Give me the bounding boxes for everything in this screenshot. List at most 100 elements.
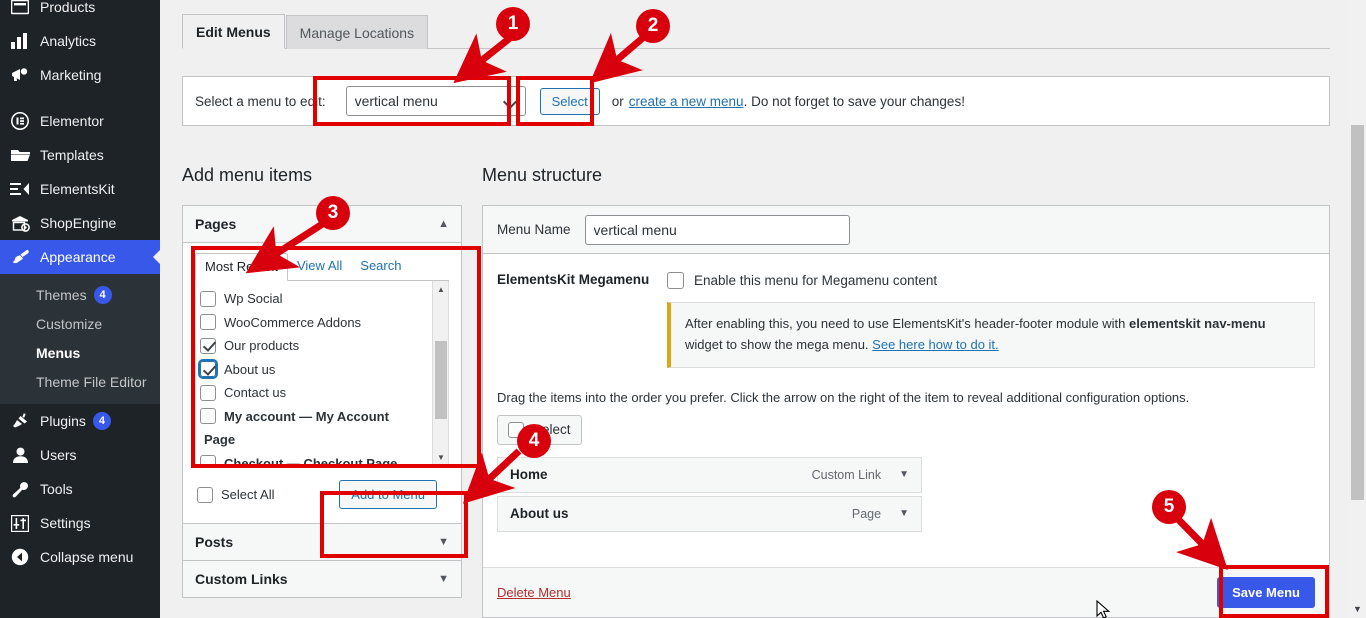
annotation-badge: 1	[496, 7, 530, 41]
sidebar-item-label: Tools	[40, 482, 73, 496]
create-new-menu-link[interactable]: create a new menu	[629, 94, 744, 109]
page-checkbox[interactable]	[200, 338, 216, 354]
pages-tab-most-recent[interactable]: Most Recent	[195, 253, 288, 281]
sidebar-item-users[interactable]: Users	[0, 438, 160, 472]
menu-select-wrapper[interactable]: vertical menu	[336, 86, 526, 116]
select-all-wrapper[interactable]: Select All	[197, 487, 274, 503]
sidebar-item-label: Settings	[40, 516, 91, 530]
plugins-update-count: 4	[93, 412, 111, 430]
megamenu-notice: After enabling this, you need to use Ele…	[667, 302, 1315, 368]
custom-links-accordion-title: Custom Links	[195, 571, 288, 587]
sidebar-item-tools[interactable]: Tools	[0, 472, 160, 506]
add-to-menu-button[interactable]: Add to Menu	[339, 480, 437, 509]
scroll-up-arrow-icon[interactable]: ▲	[433, 281, 449, 297]
notice-how-to-link[interactable]: See here how to do it.	[872, 337, 998, 352]
scroll-down-arrow-icon[interactable]: ▼	[1349, 602, 1366, 616]
sidebar-item-elementor[interactable]: Elementor	[0, 104, 160, 138]
page-checkbox[interactable]	[200, 314, 216, 330]
pages-tab-search[interactable]: Search	[351, 253, 410, 280]
list-item[interactable]: My account — My Account	[200, 405, 448, 429]
menu-select-dropdown[interactable]: vertical menu	[346, 86, 526, 116]
list-item[interactable]: WooCommerce Addons	[200, 311, 448, 335]
expand-caret-down-icon[interactable]: ▼	[438, 536, 449, 548]
megamenu-enable-checkbox[interactable]	[667, 272, 684, 289]
scrollbar-thumb[interactable]	[435, 341, 447, 419]
save-menu-button[interactable]: Save Menu	[1217, 577, 1315, 608]
sidebar-item-settings[interactable]: Settings	[0, 506, 160, 540]
pages-list-scrollbar[interactable]: ▲ ▼	[432, 281, 448, 465]
expand-caret-down-icon[interactable]: ▼	[438, 573, 449, 585]
posts-accordion-header[interactable]: Posts ▼	[183, 524, 461, 560]
scrollbar-thumb[interactable]	[1351, 125, 1364, 500]
table-row[interactable]: Home Custom Link ▼	[497, 457, 922, 493]
select-button[interactable]: Select	[540, 88, 600, 115]
expand-caret-down-icon[interactable]: ▼	[899, 508, 909, 519]
menu-name-label: Menu Name	[497, 222, 571, 237]
collapse-caret-up-icon[interactable]: ▲	[438, 218, 449, 230]
scroll-down-arrow-icon[interactable]: ▼	[433, 449, 449, 465]
menu-name-row: Menu Name	[483, 206, 1329, 254]
sidebar-item-marketing[interactable]: Marketing	[0, 58, 160, 92]
shopengine-icon	[9, 213, 31, 233]
delete-menu-link[interactable]: Delete Menu	[497, 585, 571, 600]
admin-sidebar: WooCommerce Products Analytics Marketing	[0, 0, 160, 618]
add-menu-items-heading: Add menu items	[182, 165, 312, 186]
select-all-checkbox[interactable]	[197, 487, 213, 503]
sidebar-item-theme-file-editor[interactable]: Theme File Editor	[0, 367, 160, 396]
list-item[interactable]: About us	[200, 358, 448, 382]
annotation-badge: 3	[316, 196, 350, 230]
mouse-cursor	[1096, 600, 1112, 618]
page-label: Our products	[224, 338, 299, 353]
list-item[interactable]: Checkout — Checkout Page	[200, 452, 448, 467]
megamenu-enable-row[interactable]: Enable this menu for Megamenu content	[667, 272, 1315, 289]
sidebar-subitem-label: Themes	[36, 287, 87, 303]
plugins-icon	[9, 411, 31, 431]
sidebar-item-label: ShopEngine	[40, 216, 116, 230]
sidebar-item-themes[interactable]: Themes 4	[0, 280, 160, 309]
annotation-badge: 5	[1152, 490, 1186, 524]
sidebar-item-collapse-menu[interactable]: Collapse menu	[0, 540, 160, 574]
sidebar-item-customize[interactable]: Customize	[0, 309, 160, 338]
page-checkbox[interactable]	[200, 408, 216, 424]
table-row[interactable]: About us Page ▼	[497, 496, 922, 532]
sidebar-item-menus[interactable]: Menus	[0, 338, 160, 367]
page-scrollbar[interactable]: ▼	[1349, 0, 1366, 618]
expand-caret-down-icon[interactable]: ▼	[899, 469, 909, 480]
list-item[interactable]: Our products	[200, 334, 448, 358]
pages-tab-view-all[interactable]: View All	[288, 253, 351, 280]
sidebar-item-label: Products	[40, 0, 95, 14]
products-icon	[9, 0, 31, 17]
inner-tab-label: View All	[297, 258, 342, 273]
sidebar-item-plugins[interactable]: Plugins 4	[0, 404, 160, 438]
sidebar-item-templates[interactable]: Templates	[0, 138, 160, 172]
list-item[interactable]: Contact us	[200, 381, 448, 405]
sidebar-item-analytics[interactable]: Analytics	[0, 24, 160, 58]
sidebar-subitem-label: Customize	[36, 316, 102, 332]
page-checkbox[interactable]	[200, 291, 216, 307]
tab-edit-menus[interactable]: Edit Menus	[182, 14, 285, 49]
tab-label: Edit Menus	[196, 24, 271, 40]
sidebar-item-shopengine[interactable]: ShopEngine	[0, 206, 160, 240]
menu-items-list: Home Custom Link ▼ About us Page ▼	[497, 457, 922, 532]
custom-links-accordion-header[interactable]: Custom Links ▼	[183, 561, 461, 597]
sidebar-item-label: Users	[40, 448, 77, 462]
posts-accordion-title: Posts	[195, 534, 233, 550]
tab-manage-locations[interactable]: Manage Locations	[286, 15, 428, 49]
analytics-icon	[9, 31, 31, 51]
pages-accordion-body: Most Recent View All Search Wp Social	[183, 243, 461, 523]
select-menu-row: Select a menu to edit: vertical menu Sel…	[182, 76, 1330, 126]
pages-checkbox-list[interactable]: Wp Social WooCommerce Addons Our product…	[195, 281, 449, 466]
page-checkbox[interactable]	[200, 385, 216, 401]
sidebar-item-products[interactable]: Products	[0, 0, 160, 24]
page-checkbox[interactable]	[200, 455, 216, 466]
page-checkbox[interactable]	[200, 361, 216, 377]
sidebar-item-elementskit[interactable]: ElementsKit	[0, 172, 160, 206]
menu-item-title: About us	[510, 506, 569, 521]
templates-folder-icon	[9, 145, 31, 165]
page-label: My account — My Account	[224, 409, 389, 424]
inner-tab-label: Search	[360, 258, 401, 273]
list-item[interactable]: Wp Social	[200, 287, 448, 311]
menu-name-input[interactable]	[585, 215, 850, 245]
collapse-arrow-icon	[9, 547, 31, 567]
sidebar-item-appearance[interactable]: Appearance	[0, 240, 160, 274]
